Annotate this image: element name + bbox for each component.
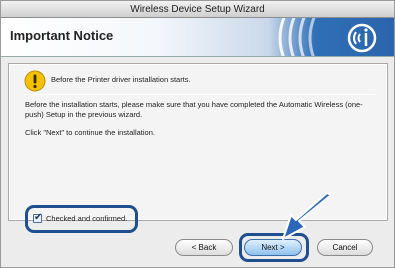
arrow-icon: [282, 192, 332, 240]
continue-instruction: Click "Next" to continue the installatio…: [25, 128, 155, 137]
instructions-paragraph: Before the installation starts, please m…: [25, 100, 363, 119]
wizard-window: Wireless Device Setup Wizard Important N…: [0, 0, 395, 268]
wireless-logo-icon: [278, 18, 377, 56]
back-button[interactable]: < Back: [175, 239, 233, 256]
confirm-checkbox[interactable]: ✔: [33, 212, 43, 223]
notice-row: Before the Printer driver installation s…: [21, 68, 377, 94]
warning-icon: [24, 70, 46, 92]
window-title: Wireless Device Setup Wizard: [1, 1, 394, 18]
page-title: Important Notice: [10, 28, 114, 43]
wizard-header: Important Notice: [1, 18, 394, 57]
checkmark-icon: ✔: [34, 212, 43, 223]
confirm-checkbox-label[interactable]: Checked and confirmed.: [46, 214, 127, 223]
confirm-checkbox-highlight: ✔ Checked and confirmed.: [25, 205, 138, 233]
notice-text: Before the Printer driver installation s…: [51, 75, 191, 84]
divider: [23, 94, 375, 95]
